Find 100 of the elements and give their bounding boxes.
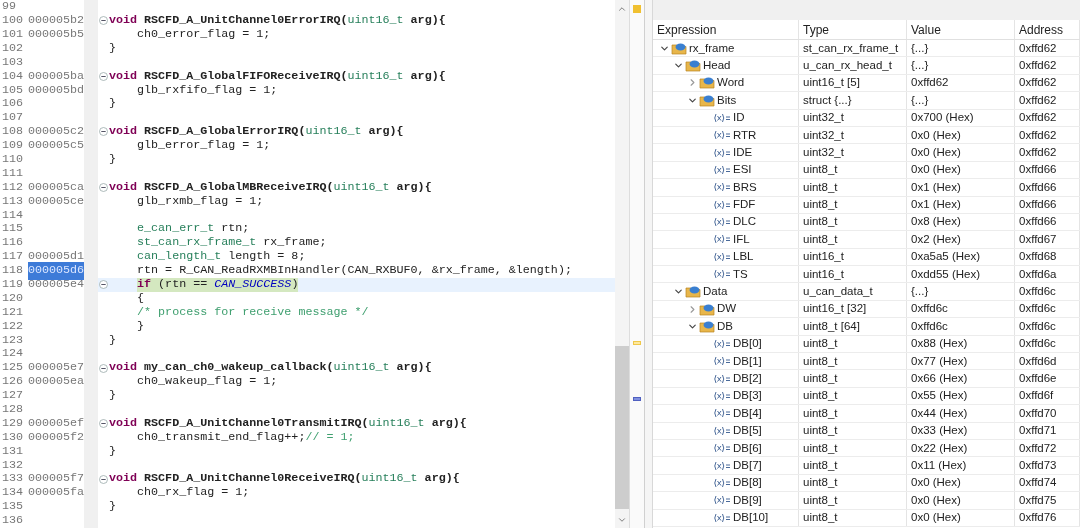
- expression-name[interactable]: DB: [717, 317, 733, 336]
- type-cell-text: u_can_rx_head_t: [803, 57, 892, 73]
- expression-name[interactable]: ESI: [733, 161, 752, 179]
- value-cell-text: 0x8 (Hex): [911, 214, 961, 230]
- code-line: }: [109, 152, 116, 167]
- code-line: void my_can_ch0_wakeup_callback(uint16_t arg){: [109, 361, 432, 376]
- address-cell-text: 0xffd6c: [1019, 301, 1056, 317]
- variable-icon: [713, 112, 731, 123]
- line-address: 000005fa: [27, 484, 84, 502]
- expression-name[interactable]: DB[2]: [733, 370, 762, 388]
- code-line: void RSCFD_A_GlobalFIFOReceiveIRQ(uint16_t arg){: [109, 69, 446, 84]
- expression-name[interactable]: DB[3]: [733, 387, 762, 405]
- collapse-icon[interactable]: [99, 183, 108, 192]
- address-cell-text: 0xffd6c: [1019, 284, 1056, 300]
- collapse-icon[interactable]: [99, 474, 108, 484]
- scrollbar[interactable]: [615, 0, 629, 528]
- value-cell-text: 0x1 (Hex): [911, 197, 961, 213]
- collapse-icon[interactable]: [99, 16, 108, 26]
- collapse-icon[interactable]: [99, 363, 108, 373]
- line-address: 000005d1: [27, 248, 84, 265]
- code-line: /* process for receive message */: [137, 305, 369, 320]
- address-cell-text: 0xffd6e: [1019, 371, 1057, 386]
- collapse-icon[interactable]: [99, 71, 108, 81]
- address-cell-text: 0xffd66: [1019, 162, 1057, 178]
- type-cell-text: uint8_t: [803, 405, 838, 421]
- code-line: void RSCFD_A_UnitChannel0ErrorIRQ(uint16_t arg){: [109, 13, 446, 28]
- address-cell-text: 0xffd62: [1019, 144, 1057, 160]
- code-line: void RSCFD_A_UnitChannel0ReceiveIRQ(uint16_t arg){: [109, 472, 460, 487]
- code-line: {: [137, 291, 145, 306]
- code-line: }: [109, 444, 116, 459]
- expression-name[interactable]: TS: [733, 265, 748, 283]
- expression-name[interactable]: DB[7]: [733, 456, 762, 475]
- column-header[interactable]: Address: [1015, 20, 1080, 39]
- address-cell-text: 0xffd72: [1019, 440, 1057, 456]
- collapse-icon[interactable]: [99, 419, 108, 429]
- value-cell-text: 0xffd6c: [911, 318, 948, 334]
- code-line: glb_error_flag = 1;: [137, 138, 271, 153]
- address-cell-text: 0xffd66: [1019, 197, 1057, 213]
- expression-name[interactable]: DB[9]: [733, 491, 762, 509]
- expression-name[interactable]: DB[0]: [733, 335, 762, 353]
- address-cell-text: 0xffd66: [1019, 179, 1057, 195]
- address-cell-text: 0xffd6c: [1019, 336, 1056, 352]
- expression-name[interactable]: Head: [703, 56, 731, 75]
- expression-name[interactable]: FDF: [733, 196, 756, 214]
- column-header[interactable]: Type: [799, 20, 907, 39]
- expression-name[interactable]: DB[1]: [733, 352, 762, 370]
- expression-name[interactable]: rx_frame: [689, 39, 735, 57]
- variable-icon: [713, 234, 731, 245]
- warning-marker[interactable]: [633, 5, 641, 13]
- value-cell-text: 0x22 (Hex): [911, 440, 968, 456]
- value-cell-text: 0x88 (Hex): [911, 336, 968, 352]
- code-line: ch0_error_flag = 1;: [137, 27, 271, 42]
- expression-name[interactable]: BRS: [733, 178, 757, 196]
- expression-name[interactable]: RTR: [733, 126, 757, 144]
- value-cell-text: 0x0 (Hex): [911, 144, 961, 160]
- code-line: }: [109, 333, 116, 348]
- expression-name[interactable]: DB[10]: [733, 509, 769, 527]
- expression-name[interactable]: LBL: [733, 248, 754, 266]
- folder-icon: [699, 302, 715, 316]
- folder-icon: [699, 93, 715, 107]
- type-cell-text: uint16_t: [803, 266, 844, 282]
- variable-icon: [713, 182, 731, 193]
- expression-name[interactable]: Bits: [717, 91, 737, 109]
- type-cell-text: uint32_t: [803, 144, 844, 160]
- variable-icon: [713, 251, 731, 262]
- expression-name[interactable]: DB[8]: [733, 474, 762, 492]
- expression-name[interactable]: ID: [733, 109, 745, 127]
- expression-name[interactable]: Data: [703, 283, 728, 301]
- expression-name[interactable]: DB[4]: [733, 404, 762, 423]
- address-cell-text: 0xffd62: [1019, 57, 1057, 73]
- type-cell-text: uint8_t: [803, 492, 838, 508]
- expression-name[interactable]: DB[6]: [733, 439, 762, 457]
- type-cell-text: uint8_t: [803, 353, 838, 369]
- expression-name[interactable]: Word: [717, 74, 745, 92]
- variable-icon: [713, 495, 731, 506]
- expression-name[interactable]: DB[5]: [733, 422, 762, 440]
- expression-name[interactable]: DW: [717, 300, 737, 318]
- variable-icon: [713, 130, 731, 141]
- expression-name[interactable]: IDE: [733, 143, 753, 162]
- column-header[interactable]: Expression: [653, 20, 799, 39]
- expression-name[interactable]: IFL: [733, 230, 750, 249]
- folder-icon: [699, 319, 715, 333]
- collapse-icon[interactable]: [99, 127, 108, 137]
- column-header[interactable]: Value: [907, 20, 1015, 39]
- line-address: 000005f7: [27, 470, 84, 487]
- code-line: ch0_wakeup_flag = 1;: [137, 375, 278, 389]
- address-cell-text: 0xffd75: [1019, 492, 1057, 508]
- collapse-icon[interactable]: [99, 280, 108, 290]
- value-cell-text: 0xdd55 (Hex): [911, 266, 981, 282]
- warning-marker[interactable]: [633, 341, 641, 345]
- scrollbar-thumb[interactable]: [615, 346, 629, 509]
- value-cell-text: {...}: [911, 57, 929, 73]
- address-cell-text: 0xffd67: [1019, 231, 1057, 247]
- value-cell-text: 0xffd6c: [911, 301, 948, 317]
- address-cell-text: 0xffd62: [1019, 40, 1057, 56]
- expression-name[interactable]: DLC: [733, 213, 756, 231]
- variable-icon: [713, 373, 731, 384]
- value-cell-text: 0x1 (Hex): [911, 179, 961, 195]
- folder-icon: [685, 59, 701, 73]
- value-cell-text: 0x77 (Hex): [911, 353, 968, 369]
